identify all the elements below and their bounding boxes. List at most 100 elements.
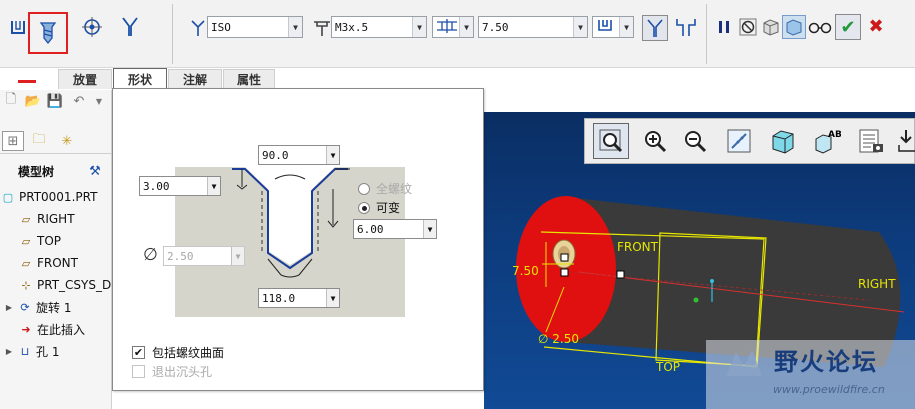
hole-dashboard: ISO ▼ M3x.5 ▼ ▼ 7.50 ▼ ▼ ✔ ✖ [0,0,915,68]
tab-indicator [18,80,36,83]
tree-item-front[interactable]: ▱ FRONT [18,253,78,273]
svg-text:AB: AB [828,130,841,140]
straight-hole-icon[interactable] [6,16,30,40]
thread-standard-select[interactable]: ISO ▼ [207,16,303,38]
tree-settings-icon[interactable]: ⚒ [86,162,104,180]
radio-dot [358,182,370,195]
counterbore-icon[interactable] [674,15,698,39]
depth-option-select[interactable]: ▼ [592,16,634,38]
repaint-icon[interactable] [721,123,757,159]
chevron-down-icon: ▼ [326,146,339,164]
open-icon[interactable]: 📂 [24,92,42,110]
thread-standard-value: ISO [211,20,231,34]
preview-icon[interactable] [759,15,783,39]
download-icon[interactable] [897,123,915,159]
hole-depth-value: 6.00 [357,222,384,236]
exit-countersink-checkbox: 退出沉头孔 [132,363,212,380]
cancel-icon[interactable]: ✖ [864,14,888,38]
view-toolbar: AB [584,118,915,164]
tree-item-revolve[interactable]: ▶ ⟳ 旋转 1 [4,297,72,317]
standard-hole-icon[interactable] [28,12,68,54]
depth-value-input[interactable]: 7.50 ▼ [478,16,588,38]
diameter-input: 2.50 ▼ [163,246,245,266]
chevron-down-icon[interactable]: ▼ [90,92,108,110]
countersink-icon[interactable] [642,15,668,41]
include-thread-surface-label: 包括螺纹曲面 [152,346,225,360]
zoom-out-icon[interactable] [677,123,713,159]
checkbox-empty-icon [132,365,145,378]
layers-icon[interactable] [853,123,889,159]
save-icon[interactable]: 💾 [46,92,64,110]
chevron-down-icon: ▼ [459,17,473,37]
tree-item-label: TOP [37,234,62,248]
datum-plane-icon: ▱ [21,212,31,226]
tree-item-part[interactable]: ▢ PRT0001.PRT [0,187,98,207]
confirm-icon[interactable]: ✔ [835,14,861,40]
countersink-angle-input[interactable]: 90.0 ▼ [258,145,340,165]
chevron-down-icon: ▼ [207,177,220,195]
tip-angle-input[interactable]: 118.0 ▼ [258,288,340,308]
chevron-down-icon: ▼ [231,247,244,265]
tab-shape[interactable]: 形状 [113,68,167,90]
tree-item-hole[interactable]: ▶ ⊔ 孔 1 [4,341,60,361]
tree-item-top[interactable]: ▱ TOP [18,231,61,251]
no-preview-icon[interactable] [736,15,760,39]
depth-handle[interactable] [560,268,569,277]
variable-radio[interactable]: 可变 [358,199,400,216]
variable-label: 可变 [376,201,401,215]
chevron-down-icon: ▼ [619,17,633,37]
tree-item-insert-here[interactable]: ➜ 在此插入 [18,319,85,339]
screw-size-select[interactable]: M3x.5 ▼ [331,16,427,38]
checkbox-checked-icon: ✔ [132,346,145,359]
include-thread-surface-checkbox[interactable]: ✔ 包括螺纹曲面 [132,344,224,361]
thread-depth-input[interactable]: 3.00 ▼ [139,176,221,196]
zoom-in-icon[interactable] [637,123,673,159]
thread-depth-value: 3.00 [143,179,170,193]
hole-depth-input[interactable]: 6.00 ▼ [353,219,437,239]
label-diameter-dim[interactable]: ∅ 2.50 [538,332,579,346]
diameter-symbol: ∅ [143,245,158,265]
tree-item-label: RIGHT [37,212,75,226]
label-depth-dim[interactable]: 7.50 [512,264,539,278]
tree-item-right[interactable]: ▱ RIGHT [18,209,75,229]
tree-item-label: FRONT [37,256,78,270]
full-thread-label: 全螺纹 [376,182,413,196]
shading-icon[interactable] [765,123,801,159]
watermark-logo-icon [722,346,766,380]
model-tree-tab-icon[interactable]: ⊞ [2,131,24,151]
tab-placement[interactable]: 放置 [58,69,112,89]
watermark-url: www.proewildfire.cn [773,383,885,396]
hole-handle[interactable] [560,253,569,262]
depth-option-icon [596,18,616,37]
tip-angle-value: 118.0 [262,291,296,305]
pause-icon[interactable] [712,15,736,39]
tree-item-csys[interactable]: ⊹ PRT_CSYS_D [18,275,111,295]
offset-handle[interactable] [616,270,625,279]
zoom-fit-icon[interactable] [593,123,629,159]
new-icon[interactable]: 🗋 [2,92,20,110]
favorites-tab-icon[interactable]: ✳ [56,131,78,151]
glasses-icon[interactable] [808,15,832,39]
expand-icon[interactable]: ▶ [4,347,14,356]
saved-views-icon[interactable]: AB [809,123,845,159]
undo-icon[interactable]: ↶ [70,92,88,110]
tab-notes[interactable]: 注解 [168,69,222,89]
expand-icon[interactable]: ▶ [4,303,14,312]
thread-depth-arrow [236,169,248,190]
tab-properties[interactable]: 属性 [223,69,275,89]
tapped-icon[interactable] [118,15,142,39]
datum-plane-icon: ▱ [21,234,31,248]
tree-item-label: 孔 1 [36,344,60,359]
sketch-hole-icon[interactable] [80,15,104,39]
chevron-down-icon: ▼ [423,220,436,238]
depth-type-select[interactable]: ▼ [432,16,474,38]
folder-tab-icon[interactable]: 🗀 [28,131,50,151]
verify-icon[interactable] [782,15,806,39]
countersink-angle-value: 90.0 [262,148,289,162]
chevron-down-icon: ▼ [573,17,587,37]
navigator-panel: 🗋 📂 💾 ↶ ▼ ⊞ 🗀 ✳ 模型树 ⚒ ▢ PRT0001.PRT ▱ RI… [0,90,112,409]
diameter-value: 2.50 [167,249,194,263]
chevron-down-icon: ▼ [412,17,426,37]
hole-depth-arrow [327,168,350,228]
datum-plane-icon: ▱ [21,256,31,270]
